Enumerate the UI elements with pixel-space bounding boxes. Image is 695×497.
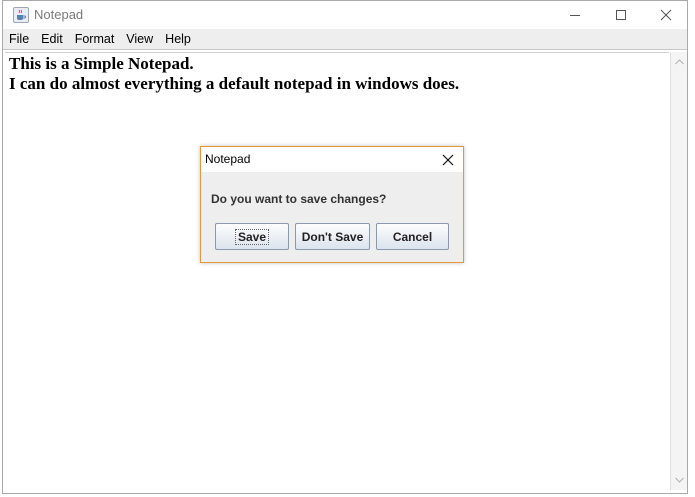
minimize-button[interactable] — [552, 1, 598, 29]
maximize-icon — [616, 10, 626, 20]
editor-line: I can do almost everything a default not… — [9, 74, 460, 93]
menu-help[interactable]: Help — [159, 29, 197, 50]
vertical-scrollbar[interactable] — [670, 52, 687, 490]
menu-format[interactable]: Format — [69, 29, 121, 50]
title-bar[interactable]: Notepad — [3, 1, 687, 29]
chevron-down-icon — [674, 477, 684, 483]
window-title: Notepad — [34, 7, 84, 22]
desktop-right-edge — [687, 0, 695, 497]
chevron-up-icon — [674, 59, 684, 65]
close-button[interactable] — [643, 1, 689, 29]
save-changes-dialog: Notepad Do you want to save changes? Sav… — [200, 146, 464, 263]
menu-edit[interactable]: Edit — [35, 29, 69, 50]
menu-view[interactable]: View — [120, 29, 159, 50]
scroll-up-button[interactable] — [671, 54, 687, 70]
dialog-close-button[interactable] — [439, 151, 457, 169]
scroll-down-button[interactable] — [671, 472, 687, 488]
maximize-button[interactable] — [598, 1, 644, 29]
save-button[interactable]: Save — [215, 223, 289, 250]
save-button-label: Save — [234, 228, 270, 245]
menu-file[interactable]: File — [3, 29, 35, 50]
menu-bar: File Edit Format View Help — [3, 29, 687, 50]
dialog-message: Do you want to save changes? — [211, 192, 387, 206]
dialog-title: Notepad — [205, 152, 251, 166]
text-editor[interactable]: This is a Simple Notepad. I can do almos… — [5, 52, 669, 490]
editor-content[interactable]: This is a Simple Notepad. I can do almos… — [7, 54, 459, 94]
dialog-title-bar[interactable]: Notepad — [201, 147, 463, 172]
cancel-button[interactable]: Cancel — [376, 223, 449, 250]
java-coffee-cup-icon — [13, 7, 29, 23]
close-icon — [660, 9, 672, 21]
dont-save-button[interactable]: Don't Save — [295, 223, 370, 250]
editor-line: This is a Simple Notepad. — [9, 54, 194, 73]
close-icon — [442, 154, 454, 166]
minimize-icon — [570, 15, 580, 16]
